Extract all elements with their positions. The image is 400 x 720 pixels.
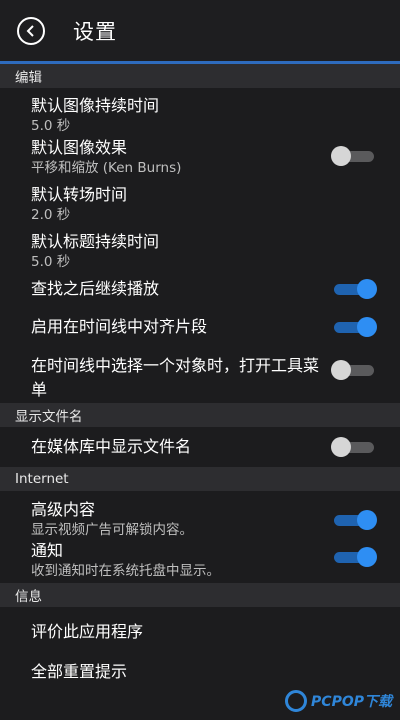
setting-label: 默认标题持续时间 [31,232,160,251]
section-header-edit: 编辑 [0,64,400,88]
rate-app-item[interactable]: 评价此应用程序 [0,607,400,647]
section-header-internet: Internet [0,467,400,491]
setting-label: 评价此应用程序 [31,622,144,641]
premium-content-toggle[interactable] [331,510,377,530]
section-header-filename: 显示文件名 [0,403,400,427]
setting-show-filename[interactable]: 在媒体库中显示文件名 [0,427,400,467]
setting-open-toolbar-menu[interactable]: 在时间线中选择一个对象时，打开工具菜单 [0,353,400,403]
page-title: 设置 [73,19,117,44]
setting-value: 2.0 秒 [31,207,71,223]
setting-default-title-duration[interactable]: 默认标题持续时间 5.0 秒 [0,230,400,275]
setting-snap-clips[interactable]: 启用在时间线中对齐片段 [0,313,400,353]
back-button[interactable] [17,16,45,45]
snap-clips-toggle[interactable] [331,317,377,337]
show-filename-toggle[interactable] [331,437,377,457]
setting-label: 全部重置提示 [31,662,128,681]
section-header-info: 信息 [0,583,400,607]
pcpop-logo-icon [285,690,308,712]
watermark: PCPOP下载 [285,690,392,712]
setting-label: 在时间线中选择一个对象时，打开工具菜单 [31,356,320,399]
setting-notifications[interactable]: 通知 收到通知时在系统托盘中显示。 [0,539,400,583]
setting-default-image-effect[interactable]: 默认图像效果 平移和缩放 (Ken Burns) [0,136,400,183]
setting-label: 默认图像持续时间 [31,96,160,115]
setting-value: 5.0 秒 [31,254,71,270]
chevron-left-icon [26,24,34,37]
setting-premium-content[interactable]: 高级内容 显示视频广告可解锁内容。 [0,491,400,539]
reset-tips-item[interactable]: 全部重置提示 [0,647,400,685]
setting-default-transition-time[interactable]: 默认转场时间 2.0 秒 [0,183,400,230]
notifications-toggle[interactable] [331,547,377,567]
image-effect-toggle[interactable] [331,146,377,166]
watermark-text: PCPOP下载 [311,694,392,710]
setting-value: 5.0 秒 [31,118,71,134]
setting-continue-play-after-seek[interactable]: 查找之后继续播放 [0,275,400,313]
setting-label: 默认转场时间 [31,185,128,204]
toolbar-menu-toggle[interactable] [331,360,377,380]
setting-default-image-duration[interactable]: 默认图像持续时间 5.0 秒 [0,88,400,136]
app-header: 设置 [0,0,400,64]
continue-play-toggle[interactable] [331,279,377,299]
